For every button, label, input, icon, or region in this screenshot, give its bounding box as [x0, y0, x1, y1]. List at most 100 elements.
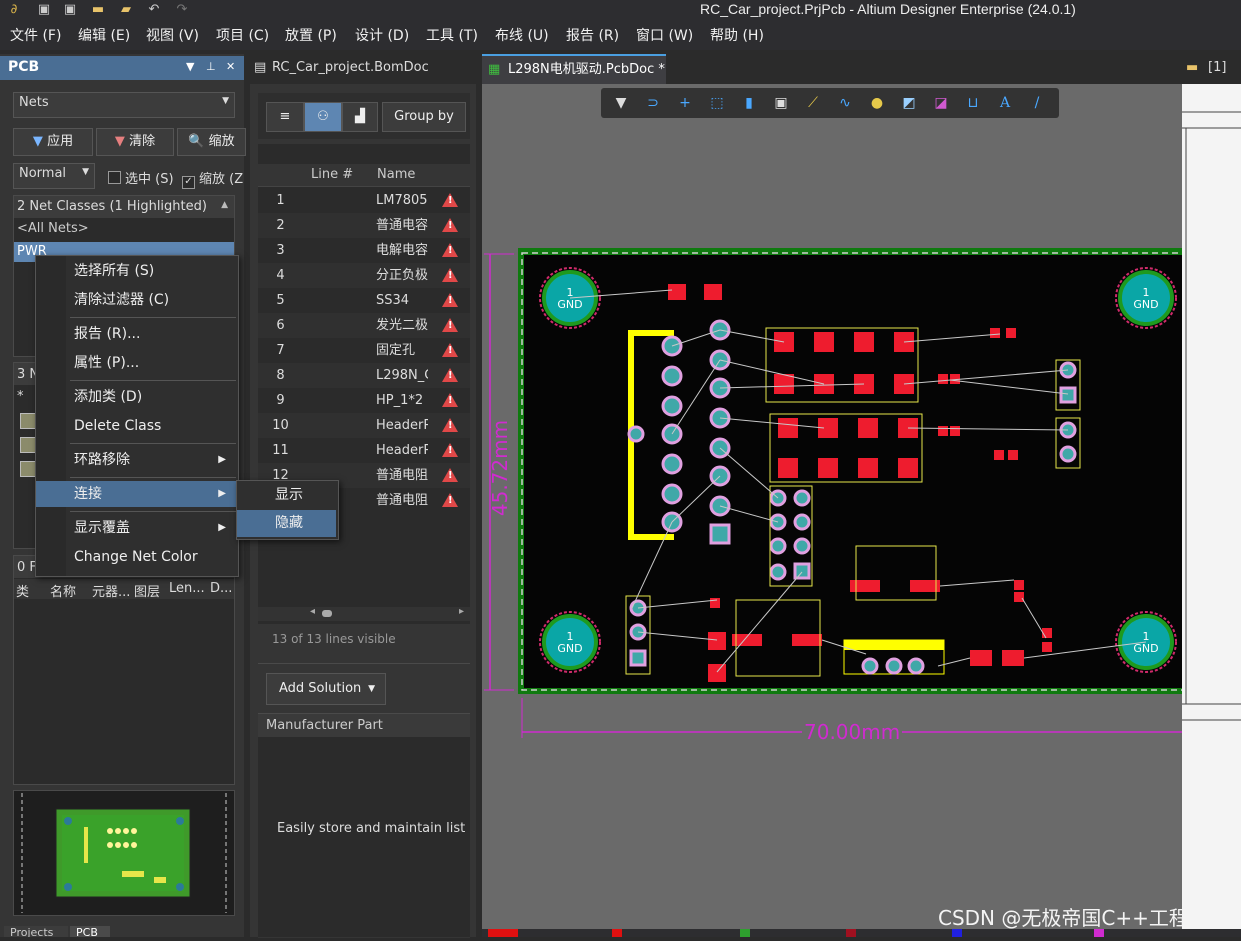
column-header[interactable]: 类 — [16, 581, 29, 600]
via-icon[interactable]: ● — [867, 93, 887, 113]
submenu-show[interactable]: 显示 — [237, 482, 336, 509]
ctx-loop-removal[interactable]: 环路移除 ▶ — [36, 447, 236, 473]
fill-icon[interactable]: ◩ — [899, 93, 919, 113]
ctx-properties[interactable]: 属性 (P)... — [36, 350, 236, 376]
open-folder-icon[interactable]: ▬ — [90, 2, 106, 18]
interactive-route-icon[interactable]: ⟋ — [803, 93, 823, 113]
menu-project[interactable]: 项目 (C) — [216, 26, 269, 46]
tree-view-button[interactable]: ⚇ — [304, 102, 342, 132]
apply-button[interactable]: ▼ 应用 — [13, 128, 93, 156]
bom-table-row[interactable]: 4 分正负极 — [258, 263, 470, 288]
cross-icon[interactable]: + — [675, 93, 695, 113]
pin-icon[interactable]: ⊥ — [206, 60, 216, 73]
column-header[interactable]: D... — [210, 581, 232, 596]
bom-table-row[interactable]: 6 发光二极 — [258, 313, 470, 338]
classes-list-header[interactable]: 2 Net Classes (1 Highlighted) ▲ — [14, 196, 234, 218]
warning-icon[interactable] — [442, 268, 458, 282]
bom-table-row[interactable]: 8 L298N_C — [258, 363, 470, 388]
menu-file[interactable]: 文件 (F) — [10, 26, 61, 46]
save-all-icon[interactable]: ▣ — [62, 2, 78, 18]
tab-right-doc[interactable]: ▬ [1] L2 — [1182, 54, 1241, 103]
menu-reports[interactable]: 报告 (R) — [566, 26, 619, 46]
bom-table-row[interactable]: 1 LM7805 — [258, 188, 470, 213]
warning-icon[interactable] — [442, 218, 458, 232]
bom-table-row[interactable]: 11 HeaderP — [258, 438, 470, 463]
select-checkbox[interactable]: 选中 (S) — [108, 168, 174, 187]
warning-icon[interactable] — [442, 468, 458, 482]
menu-window[interactable]: 窗口 (W) — [636, 26, 693, 46]
ctx-delete-class[interactable]: Delete Class — [36, 413, 236, 439]
menu-design[interactable]: 设计 (D) — [355, 26, 409, 46]
list-view-button[interactable]: ≡ — [266, 102, 304, 132]
menu-tools[interactable]: 工具 (T) — [426, 26, 478, 46]
ctx-change-net-color[interactable]: Change Net Color — [36, 544, 236, 570]
ctx-show-override[interactable]: 显示覆盖 ▶ — [36, 515, 236, 541]
column-header[interactable]: 名称 — [50, 581, 76, 600]
ctx-add-class[interactable]: 添加类 (D) — [36, 384, 236, 410]
chart-view-button[interactable]: ▟ — [342, 102, 378, 132]
ctx-report[interactable]: 报告 (R)... — [36, 321, 236, 347]
menu-place[interactable]: 放置 (P) — [285, 26, 337, 46]
ctx-connections[interactable]: 连接 ▶ — [36, 481, 236, 507]
warning-icon[interactable] — [442, 443, 458, 457]
panel-menu-icon[interactable]: ▼ — [186, 60, 194, 73]
warning-icon[interactable] — [442, 493, 458, 507]
bom-table-row[interactable]: 7 固定孔 — [258, 338, 470, 363]
region-icon[interactable]: ◪ — [931, 93, 951, 113]
column-name[interactable]: Name — [377, 167, 415, 182]
align-icon[interactable]: ▮ — [739, 93, 759, 113]
bom-table-row[interactable]: 2 普通电容 — [258, 213, 470, 238]
save-icon[interactable]: ▣ — [36, 2, 52, 18]
column-line-number[interactable]: Line # — [311, 167, 353, 182]
zoom-button[interactable]: 🔍 缩放 — [177, 128, 246, 156]
bom-table-row[interactable]: 5 SS34 — [258, 288, 470, 313]
column-header[interactable]: 图层 — [134, 581, 160, 600]
column-header[interactable]: 元器... — [92, 581, 130, 600]
menu-route[interactable]: 布线 (U) — [495, 26, 549, 46]
warning-icon[interactable] — [442, 393, 458, 407]
mode-select[interactable]: Nets ▼ — [13, 92, 235, 118]
bom-table-row[interactable]: 10 HeaderP — [258, 413, 470, 438]
highlight-mode-select[interactable]: Normal ▼ — [13, 163, 95, 189]
ctx-clear-filter[interactable]: 清除过滤器 (C) — [36, 287, 236, 313]
text-icon[interactable]: A — [995, 93, 1015, 113]
tab-pcb[interactable]: PCB — [70, 926, 110, 937]
redo-icon[interactable]: ↷ — [174, 2, 190, 18]
route-icon[interactable]: ⊃ — [643, 93, 663, 113]
warning-icon[interactable] — [442, 343, 458, 357]
warning-icon[interactable] — [442, 368, 458, 382]
column-header[interactable]: Len... — [169, 581, 205, 596]
diff-pair-icon[interactable]: ∿ — [835, 93, 855, 113]
zoom-checkbox[interactable]: ✓ 缩放 (Z — [182, 168, 243, 189]
tab-projects[interactable]: Projects — [4, 926, 68, 937]
add-solution-button[interactable]: Add Solution ▼ — [266, 673, 386, 705]
warning-icon[interactable] — [442, 193, 458, 207]
filter-icon[interactable]: ▼ — [611, 93, 631, 113]
scroll-thumb[interactable] — [322, 610, 332, 617]
clear-button[interactable]: ▼ 清除 — [96, 128, 174, 156]
select-rect-icon[interactable]: ⬚ — [707, 93, 727, 113]
menu-edit[interactable]: 编辑 (E) — [78, 26, 130, 46]
board-minimap[interactable] — [13, 790, 235, 916]
bom-table-row[interactable]: 9 HP_1*2 — [258, 388, 470, 413]
bom-horizontal-scrollbar[interactable]: ◂ ▸ — [258, 606, 470, 621]
dimension-icon[interactable]: ⊔ — [963, 93, 983, 113]
close-icon[interactable]: ✕ — [226, 60, 235, 73]
warning-icon[interactable] — [442, 243, 458, 257]
pcb-canvas[interactable]: 1 GND 1 GND 1 GND 1 GND 45.72mm 70.00mm — [482, 84, 1182, 929]
group-by-button[interactable]: Group by — [382, 102, 466, 132]
ctx-select-all[interactable]: 选择所有 (S) — [36, 258, 236, 284]
tab-bom-doc[interactable]: ▤ RC_Car_project.BomDoc — [248, 54, 476, 82]
undo-icon[interactable]: ↶ — [146, 2, 162, 18]
menu-help[interactable]: 帮助 (H) — [710, 26, 764, 46]
tab-pcb-doc[interactable]: ▦ L298N电机驱动.PcbDoc * — [482, 54, 666, 84]
open-project-icon[interactable]: ▰ — [118, 2, 134, 18]
warning-icon[interactable] — [442, 318, 458, 332]
component-icon[interactable]: ▣ — [771, 93, 791, 113]
class-item-all-nets[interactable]: <All Nets> — [17, 221, 89, 236]
line-icon[interactable]: / — [1027, 93, 1047, 113]
submenu-hide[interactable]: 隐藏 — [237, 510, 336, 537]
warning-icon[interactable] — [442, 293, 458, 307]
bom-table-row[interactable]: 3 电解电容 — [258, 238, 470, 263]
menu-view[interactable]: 视图 (V) — [146, 26, 199, 46]
